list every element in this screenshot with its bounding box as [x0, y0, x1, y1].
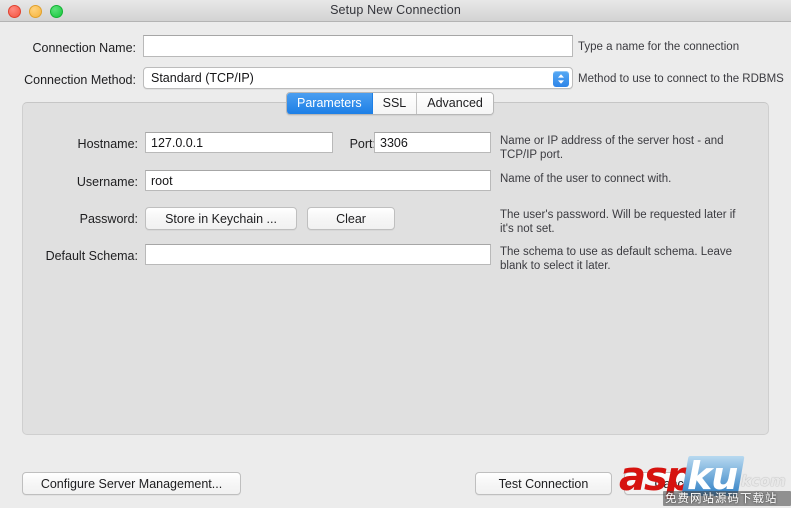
port-input[interactable]	[374, 132, 491, 153]
window-content: Connection Name: Type a name for the con…	[0, 22, 791, 508]
default-schema-label: Default Schema:	[45, 249, 138, 263]
configure-server-management-button[interactable]: Configure Server Management...	[22, 472, 241, 495]
cancel-button[interactable]: Cancel	[624, 472, 724, 495]
hostname-label: Hostname:	[77, 137, 138, 151]
tab-parameters[interactable]: Parameters	[287, 93, 373, 114]
connection-method-label: Connection Method:	[24, 73, 136, 87]
window-title: Setup New Connection	[330, 3, 461, 17]
hostname-help: Name or IP address of the server host - …	[500, 135, 724, 161]
default-schema-input[interactable]	[145, 244, 491, 265]
hostname-input[interactable]	[145, 132, 333, 153]
store-in-keychain-button[interactable]: Store in Keychain ...	[145, 207, 297, 230]
username-label: Username:	[76, 175, 138, 189]
test-connection-button[interactable]: Test Connection	[475, 472, 612, 495]
password-help: The user's password. Will be requested l…	[500, 209, 736, 235]
chevron-updown-icon[interactable]	[553, 70, 569, 87]
parameters-tabbar: Parameters SSL Advanced	[286, 92, 494, 115]
window-titlebar: Setup New Connection	[0, 0, 791, 22]
connection-method-help: Method to use to connect to the RDBMS	[578, 73, 784, 85]
username-input[interactable]	[145, 170, 491, 191]
connection-name-input[interactable]	[143, 35, 573, 57]
clear-password-button[interactable]: Clear	[307, 207, 395, 230]
default-schema-help: The schema to use as default schema. Lea…	[500, 246, 733, 272]
username-help: Name of the user to connect with.	[500, 173, 672, 185]
connection-name-help: Type a name for the connection	[578, 41, 740, 53]
password-label: Password:	[79, 212, 138, 226]
connection-method-value: Standard (TCP/IP)	[151, 71, 254, 85]
connection-name-label: Connection Name:	[32, 41, 136, 55]
tab-advanced[interactable]: Advanced	[417, 93, 493, 114]
tab-ssl[interactable]: SSL	[372, 93, 418, 114]
port-label: Port:	[349, 137, 376, 151]
connection-method-select[interactable]: Standard (TCP/IP)	[143, 67, 573, 89]
setup-new-connection-window: Setup New Connection Connection Name: Ty…	[0, 0, 791, 508]
